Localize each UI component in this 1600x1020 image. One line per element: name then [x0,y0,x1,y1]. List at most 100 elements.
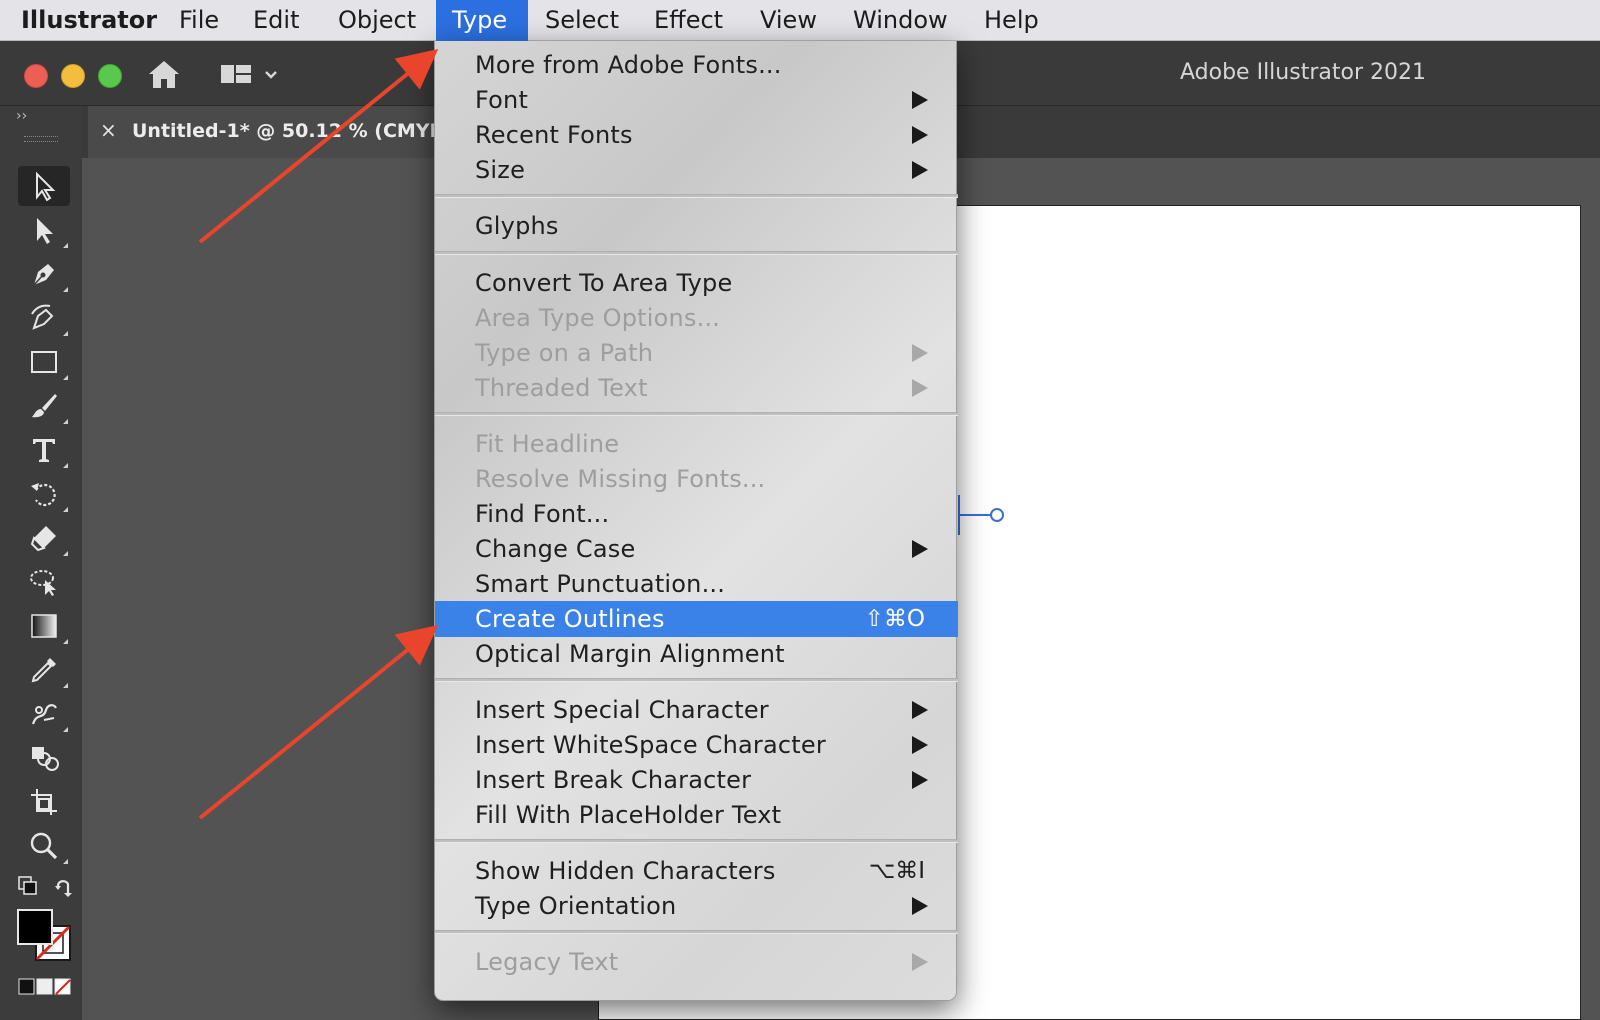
menu-item-shortcut: ⌥⌘I [868,858,925,884]
submenu-arrow-icon [912,897,928,915]
menu-item-label: Resolve Missing Fonts... [475,465,766,493]
menu-item-find-font[interactable]: Find Font... [435,496,958,532]
menu-separator [435,251,958,255]
menu-help[interactable]: Help [968,0,1055,41]
submenu-arrow-icon [912,126,928,144]
menu-item-insert-whitespace-character[interactable]: Insert WhiteSpace Character [435,727,958,763]
curvature-tool-icon[interactable] [18,298,70,338]
submenu-arrow-icon [912,91,928,109]
menu-item-optical-margin-alignment[interactable]: Optical Margin Alignment [435,636,958,672]
direct-selection-tool-icon[interactable] [18,210,70,250]
menu-item-show-hidden-characters[interactable]: Show Hidden Characters ⌥⌘I [435,853,958,889]
menu-select[interactable]: Select [529,0,635,41]
collapse-panel-button[interactable]: ›› [16,108,27,124]
menu-item-type-orientation[interactable]: Type Orientation [435,888,958,924]
menu-item-smart-punctuation[interactable]: Smart Punctuation... [435,566,958,602]
menu-item-label: Type Orientation [475,892,677,920]
submenu-arrow-icon [912,344,928,362]
shape-builder-tool-icon[interactable] [18,738,70,778]
menu-item-font[interactable]: Font [435,82,958,118]
menu-separator [435,839,958,843]
fill-stroke-icon[interactable] [16,908,74,966]
menu-item-insert-special-character[interactable]: Insert Special Character [435,692,958,728]
menu-item-create-outlines[interactable]: Create Outlines ⇧⌘O [435,601,958,637]
menu-item-label: Size [475,156,526,184]
menu-object[interactable]: Object [322,0,432,41]
menu-item-recent-fonts[interactable]: Recent Fonts [435,117,958,153]
menu-item-size[interactable]: Size [435,152,958,188]
panel-grip[interactable] [24,136,58,142]
tools-panel: ›› [0,106,83,1020]
menu-item-label: Glyphs [475,212,559,240]
menu-window[interactable]: Window [837,0,964,41]
swap-colors-icon[interactable] [52,876,76,900]
menu-item-label: Legacy Text [475,948,619,976]
menu-item-label: Insert Break Character [475,766,752,794]
menu-file[interactable]: File [163,0,235,41]
color-mode-icon[interactable] [18,978,72,996]
eyedropper-tool-icon[interactable] [18,650,70,690]
default-colors-icon[interactable] [18,876,40,898]
pen-tool-icon[interactable] [18,254,70,294]
menu-separator [435,194,958,198]
menu-item-label: More from Adobe Fonts... [475,51,782,79]
window-title: Adobe Illustrator 2021 [1180,60,1426,85]
menu-item-fill-with-placeholder-text[interactable]: Fill With PlaceHolder Text [435,797,958,833]
menu-item-type-on-a-path: Type on a Path [435,335,958,371]
puppet-warp-tool-icon[interactable] [18,694,70,734]
artboard-tool-icon[interactable] [18,782,70,822]
submenu-arrow-icon [912,953,928,971]
menu-item-label: Fit Headline [475,430,620,458]
menu-item-label: Show Hidden Characters [475,857,776,885]
zoom-window-button[interactable] [98,64,122,88]
document-tab-title: Untitled-1* @ 50.12 % (CMYK/P [132,120,466,142]
menu-item-threaded-text: Threaded Text [435,370,958,406]
menu-item-glyphs[interactable]: Glyphs [435,208,958,244]
menu-item-label: Recent Fonts [475,121,633,149]
menu-item-label: Smart Punctuation... [475,570,726,598]
paintbrush-tool-icon[interactable] [18,386,70,426]
menu-separator [435,412,958,416]
menu-edit[interactable]: Edit [237,0,315,41]
menu-separator [435,930,958,934]
menu-type[interactable]: Type [436,0,528,41]
home-icon[interactable] [146,57,182,91]
type-tool-icon[interactable] [18,430,70,470]
menu-item-label: Font [475,86,529,114]
menu-effect[interactable]: Effect [638,0,739,41]
zoom-tool-icon[interactable] [18,826,70,866]
menu-item-label: Threaded Text [475,374,648,402]
rectangle-tool-icon[interactable] [18,342,70,382]
menu-item-label: Change Case [475,535,636,563]
menu-item-shortcut: ⇧⌘O [864,606,925,632]
menu-item-area-type-options: Area Type Options... [435,300,958,336]
menu-item-label: Create Outlines [475,605,665,633]
menu-item-change-case[interactable]: Change Case [435,531,958,567]
menu-app-illustrator[interactable]: Illustrator [6,0,173,41]
submenu-arrow-icon [912,161,928,179]
submenu-arrow-icon [912,736,928,754]
lasso-tool-icon[interactable] [18,562,70,602]
menu-item-legacy-text: Legacy Text [435,944,958,980]
menu-item-resolve-missing-fonts: Resolve Missing Fonts... [435,461,958,497]
submenu-arrow-icon [912,379,928,397]
eraser-tool-icon[interactable] [18,518,70,558]
minimize-window-button[interactable] [61,64,85,88]
workspace-switcher-icon[interactable] [219,59,291,89]
menu-item-label: Area Type Options... [475,304,721,332]
mac-menubar: Illustrator File Edit Object Type Select… [0,0,1600,41]
menu-item-label: Convert To Area Type [475,269,733,297]
text-path-handle[interactable] [955,493,1005,537]
gradient-tool-icon[interactable] [18,606,70,646]
menu-item-insert-break-character[interactable]: Insert Break Character [435,762,958,798]
menu-item-label: Type on a Path [475,339,654,367]
menu-item-more-from-adobe-fonts[interactable]: More from Adobe Fonts... [435,47,958,83]
selection-tool-icon[interactable] [18,166,70,206]
close-tab-icon[interactable]: × [100,118,117,142]
menu-item-fit-headline: Fit Headline [435,426,958,462]
rotate-tool-icon[interactable] [18,474,70,514]
menu-item-label: Optical Margin Alignment [475,640,785,668]
menu-view[interactable]: View [744,0,833,41]
close-window-button[interactable] [24,64,48,88]
menu-item-convert-to-area-type[interactable]: Convert To Area Type [435,265,958,301]
